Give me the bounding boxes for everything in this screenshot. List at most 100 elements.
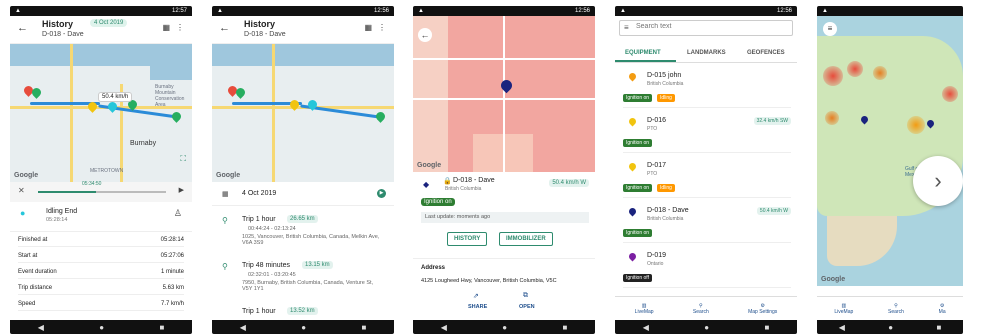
home-nav-icon[interactable]: ● [301,323,306,332]
event-pin-icon[interactable] [374,110,387,123]
nav-search[interactable]: ⚲ Search [693,303,709,315]
address-label: Address [421,265,446,271]
event-pin-icon[interactable] [106,100,119,113]
ignition-badge: Ignition on [421,198,455,206]
more-vert-icon[interactable]: ⋮ [176,23,184,32]
heat-cluster[interactable] [847,61,863,77]
nav-search[interactable]: ⚲ Search [888,303,904,315]
stat-row: Trip distance 5.63 km [18,285,184,295]
vehicle-pin-icon [627,116,638,127]
system-nav-bar: ◀ ● ■ [615,320,797,334]
heat-cluster[interactable] [907,116,925,134]
nav-map-settings[interactable]: ⚙ Map Settings [748,303,777,315]
nav-map-settings[interactable]: ⚙ Ma [939,303,946,315]
heat-cluster[interactable] [825,111,839,125]
nav-livemap[interactable]: ▥ LiveMap [635,303,654,315]
open-button[interactable]: OPEN [519,304,535,310]
heat-cluster[interactable] [873,66,887,80]
vehicle-name: D-018 - Dave [244,31,286,38]
nav-livemap[interactable]: ▥ LiveMap [834,303,853,315]
speed-badge: 50.4 km/h W [756,207,791,215]
calendar-icon[interactable]: ▦ [162,23,170,32]
menu-icon[interactable]: ≡ [624,23,629,32]
calendar-icon[interactable]: ▦ [364,23,372,32]
vehicle-list-item[interactable]: D-018 - Dave British Columbia Ignition o… [623,203,791,243]
vehicle-list-item[interactable]: D-015 john British Columbia Ignition on … [623,68,791,108]
home-nav-icon[interactable]: ● [704,323,709,332]
fullscreen-icon[interactable]: ⛶ [180,154,186,164]
date-pill[interactable]: 4 Oct 2019 [90,19,128,27]
play-icon[interactable]: ▶ [179,186,184,194]
system-nav-bar: ◀ ● ■ [413,320,595,334]
recents-nav-icon[interactable]: ■ [361,323,366,332]
back-nav-icon[interactable]: ◀ [38,323,44,332]
recents-nav-icon[interactable]: ■ [159,323,164,332]
vehicle-region: British Columbia [647,216,684,222]
open-external-icon[interactable]: ⧉ [523,292,528,300]
share-icon[interactable]: ⇗ [473,292,479,300]
status-time: 12:56 [776,8,792,14]
menu-icon[interactable]: ≡ [823,22,837,36]
recents-nav-icon[interactable]: ■ [936,323,941,332]
stat-row: Event duration 1 minute [18,269,184,279]
history-button[interactable]: HISTORY [447,232,488,246]
event-pin-icon[interactable] [170,110,183,123]
tab-equipment[interactable]: EQUIPMENT [625,50,661,56]
share-button[interactable]: SHARE [468,304,487,310]
history-date: 4 Oct 2019 [242,190,277,197]
status-time: 12:57 [171,8,187,14]
heat-cluster[interactable] [823,66,843,86]
tab-geofences[interactable]: GEOFENCES [747,50,785,56]
close-icon[interactable]: ✕ [18,186,25,195]
playback-slider[interactable] [38,191,166,193]
vehicle-list-item[interactable]: D-019 Ontario Ignition off [623,248,791,288]
vehicle-name: D-019 [647,252,667,259]
vehicle-marker-icon[interactable] [498,77,515,94]
immobilizer-button[interactable]: IMMOBILIZER [499,232,553,246]
event-title: Idling End [46,208,78,215]
recents-nav-icon[interactable]: ■ [764,323,769,332]
map-view[interactable]: 50.4 km/h Burnaby Mountain Conservation … [10,44,192,182]
calendar-icon[interactable]: ▦ [222,190,229,198]
street-view-icon[interactable]: ♙ [174,208,182,219]
stat-row: Speed 7.7 km/h [18,301,184,311]
home-nav-icon[interactable]: ● [502,323,507,332]
home-nav-icon[interactable]: ● [888,323,893,332]
back-arrow-icon[interactable]: ← [418,28,432,42]
map-view[interactable]: ≡ Gulf of Mexico Google › [817,16,963,286]
status-time: 12:56 [574,8,590,14]
home-nav-icon[interactable]: ● [99,323,104,332]
next-chevron-icon[interactable]: › [913,156,963,206]
trip-time: 00:44:24 - 02:13:24 [248,226,296,232]
back-nav-icon[interactable]: ◀ [839,323,845,332]
play-icon[interactable]: ▶ [377,189,386,198]
search-input[interactable] [636,23,786,30]
back-arrow-icon[interactable]: ← [17,22,28,34]
trip-pin-icon: ⚲ [222,216,228,225]
vehicle-list-item[interactable]: D-016 PTO Ignition on 32.4 km/h SW [623,113,791,153]
vehicle-region: PTO [647,126,658,132]
vehicle-name: D-017 [647,162,667,169]
map-view[interactable]: ← Google [413,16,595,172]
more-vert-icon[interactable]: ⋮ [378,23,386,32]
event-card[interactable]: ● Idling End 05:28:14 ♙ [10,202,192,232]
back-arrow-icon[interactable]: ← [219,22,230,34]
back-nav-icon[interactable]: ◀ [441,323,447,332]
search-box[interactable]: ≡ [619,20,793,36]
status-bar: ▲ 12:56 [212,6,394,16]
google-logo: Google [14,172,39,179]
ignition-badge: Ignition on [623,229,653,237]
app-header: ← History 4 Oct 2019 D-018 - Dave ▦ ⋮ [10,16,192,44]
tab-landmarks[interactable]: LANDMARKS [687,50,726,56]
vehicle-pin-icon [627,206,638,217]
back-nav-icon[interactable]: ◀ [643,323,649,332]
recents-nav-icon[interactable]: ■ [562,323,567,332]
heat-cluster[interactable] [942,86,958,102]
map-view[interactable]: Google [212,44,394,182]
ignition-badge: Ignition off [623,274,652,282]
back-nav-icon[interactable]: ◀ [240,323,246,332]
map-pin-icon: ● [20,208,26,218]
page-title: History [42,19,74,29]
vehicle-list-item[interactable]: D-017 PTO Ignition on Idling [623,158,791,198]
idling-badge: Idling [657,94,675,102]
